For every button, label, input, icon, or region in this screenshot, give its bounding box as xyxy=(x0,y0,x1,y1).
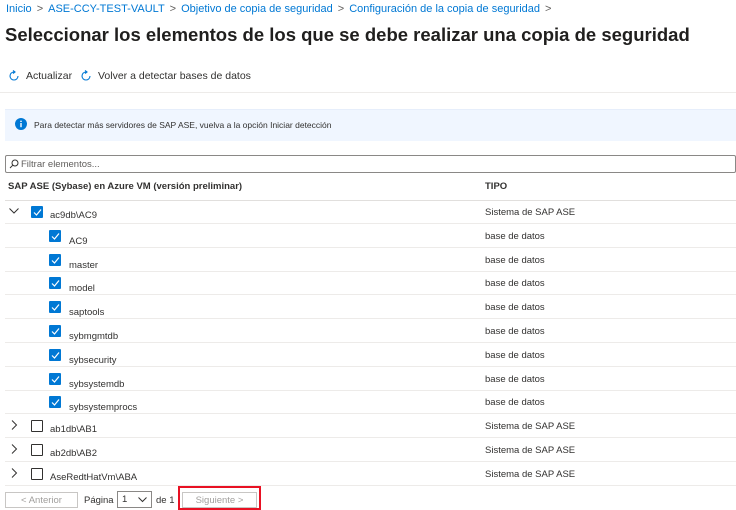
row-checkbox[interactable] xyxy=(49,229,61,242)
checkmark-icon xyxy=(51,328,60,335)
breadcrumb-separator: > xyxy=(337,3,345,15)
rediscover-label: Volver a detectar bases de datos xyxy=(98,70,251,82)
refresh-button[interactable]: Actualizar xyxy=(8,70,72,82)
row-name: AC9 xyxy=(69,235,88,247)
tree-row-database[interactable]: master base de datos xyxy=(5,249,736,272)
breadcrumb-separator: > xyxy=(36,3,44,15)
row-checkbox[interactable] xyxy=(49,372,61,385)
tree-row-database[interactable]: sybsecurity base de datos xyxy=(5,344,736,367)
page-title: Seleccionar los elementos de los que se … xyxy=(5,24,690,45)
row-name: sybsystemdb xyxy=(69,378,125,390)
refresh-label: Actualizar xyxy=(26,70,73,82)
row-type: base de datos xyxy=(485,254,545,266)
tree-row-database[interactable]: model base de datos xyxy=(5,272,736,296)
highlight-box xyxy=(178,486,261,510)
checkmark-icon xyxy=(51,256,60,264)
tree-row-system[interactable]: AseRedtHatVm\ABA Sistema de SAP ASE xyxy=(5,463,736,486)
row-checkbox[interactable] xyxy=(31,467,43,480)
row-type: Sistema de SAP ASE xyxy=(485,207,576,218)
breadcrumb-vault[interactable]: ASE-CCY-TEST-VAULT xyxy=(48,3,165,15)
chevron-down-icon[interactable] xyxy=(8,205,20,217)
checkmark-icon xyxy=(51,280,60,288)
tree-row-database[interactable]: AC9 base de datos xyxy=(5,225,736,248)
page-select-value: 1 xyxy=(122,494,128,505)
chevron-right-icon[interactable] xyxy=(8,419,20,431)
filter-box[interactable] xyxy=(5,155,736,173)
checkmark-icon xyxy=(33,209,42,216)
breadcrumb-separator: > xyxy=(169,3,177,15)
row-checkbox[interactable] xyxy=(49,396,61,409)
row-checkbox[interactable] xyxy=(49,348,61,361)
row-checkbox[interactable] xyxy=(49,325,61,337)
row-name: sybsystemprocs xyxy=(69,402,138,414)
row-name: master xyxy=(69,259,99,271)
tree-row-system[interactable]: ab2db\AB2 Sistema de SAP ASE xyxy=(5,439,736,462)
row-type: base de datos xyxy=(485,302,545,314)
refresh-icon xyxy=(81,70,91,81)
row-name: ab1db\AB1 xyxy=(50,424,98,436)
row-type: base de datos xyxy=(485,278,545,290)
tree-row-system[interactable]: ab1db\AB1 Sistema de SAP ASE xyxy=(5,415,736,439)
breadcrumb-backup-goal[interactable]: Objetivo de copia de seguridad xyxy=(181,3,333,15)
tree-row-database[interactable]: sybmgmtdb base de datos xyxy=(5,320,736,343)
breadcrumb-separator: > xyxy=(545,3,552,15)
row-type: Sistema de SAP ASE xyxy=(485,421,576,433)
checkmark-icon xyxy=(51,399,60,407)
tree-row-system[interactable]: ac9db\AC9 Sistema de SAP ASE xyxy=(5,201,736,224)
row-checkbox[interactable] xyxy=(49,301,61,314)
breadcrumb: Inicio > ASE-CCY-TEST-VAULT > Objetivo de co… xyxy=(6,3,556,15)
row-name: saptools xyxy=(69,307,105,319)
row-name: model xyxy=(69,283,95,295)
page-select[interactable]: 1 xyxy=(117,491,152,508)
filter-input[interactable] xyxy=(21,158,621,170)
tree-row-database[interactable]: sybsystemprocs base de datos xyxy=(5,391,736,415)
row-checkbox[interactable] xyxy=(49,253,61,266)
row-type: Sistema de SAP ASE xyxy=(485,468,576,480)
row-name: sybsecurity xyxy=(69,354,117,366)
info-icon xyxy=(15,118,27,130)
page-label: Página xyxy=(84,495,114,506)
search-icon xyxy=(9,159,19,169)
row-name: ab2db\AB2 xyxy=(50,448,98,459)
row-name: AseRedtHatVm\ABA xyxy=(50,471,138,483)
previous-page-button[interactable]: < Anterior xyxy=(5,492,78,508)
row-type: base de datos xyxy=(485,397,545,409)
column-header-type[interactable]: TIPO xyxy=(485,181,507,192)
checkmark-icon xyxy=(51,375,60,383)
row-checkbox[interactable] xyxy=(49,277,61,290)
rediscover-databases-button[interactable]: Volver a detectar bases de datos xyxy=(80,70,251,82)
row-type: base de datos xyxy=(485,373,545,385)
tree-row-database[interactable]: sybsystemdb base de datos xyxy=(5,368,736,391)
column-header-name[interactable]: SAP ASE (Sybase) en Azure VM (versión pr… xyxy=(8,181,242,192)
chevron-down-icon xyxy=(138,497,147,503)
chevron-right-icon[interactable] xyxy=(8,443,20,455)
chevron-right-icon[interactable] xyxy=(8,467,20,479)
toolbar-divider xyxy=(0,92,736,93)
more-options-icon[interactable]: ··· xyxy=(646,28,661,42)
row-type: base de datos xyxy=(485,349,545,361)
row-checkbox[interactable] xyxy=(31,420,43,433)
refresh-icon xyxy=(9,70,19,81)
checkmark-icon xyxy=(51,232,60,240)
row-type: Sistema de SAP ASE xyxy=(485,445,576,456)
row-checkbox[interactable] xyxy=(31,206,43,218)
row-type: base de datos xyxy=(485,326,545,337)
checkmark-icon xyxy=(51,351,60,359)
page-of-label: de 1 xyxy=(156,495,175,506)
breadcrumb-home[interactable]: Inicio xyxy=(6,3,32,15)
breadcrumb-backup-config[interactable]: Configuración de la copia de seguridad xyxy=(349,3,540,15)
row-checkbox[interactable] xyxy=(31,444,43,456)
tree-row-database[interactable]: saptools base de datos xyxy=(5,296,736,320)
checkmark-icon xyxy=(51,304,60,312)
row-name: sybmgmtdb xyxy=(69,331,119,342)
info-banner: Para detectar más servidores de SAP ASE,… xyxy=(5,109,736,141)
info-text: Para detectar más servidores de SAP ASE,… xyxy=(34,120,332,130)
row-name: ac9db\AC9 xyxy=(50,210,98,221)
row-type: base de datos xyxy=(485,230,545,242)
